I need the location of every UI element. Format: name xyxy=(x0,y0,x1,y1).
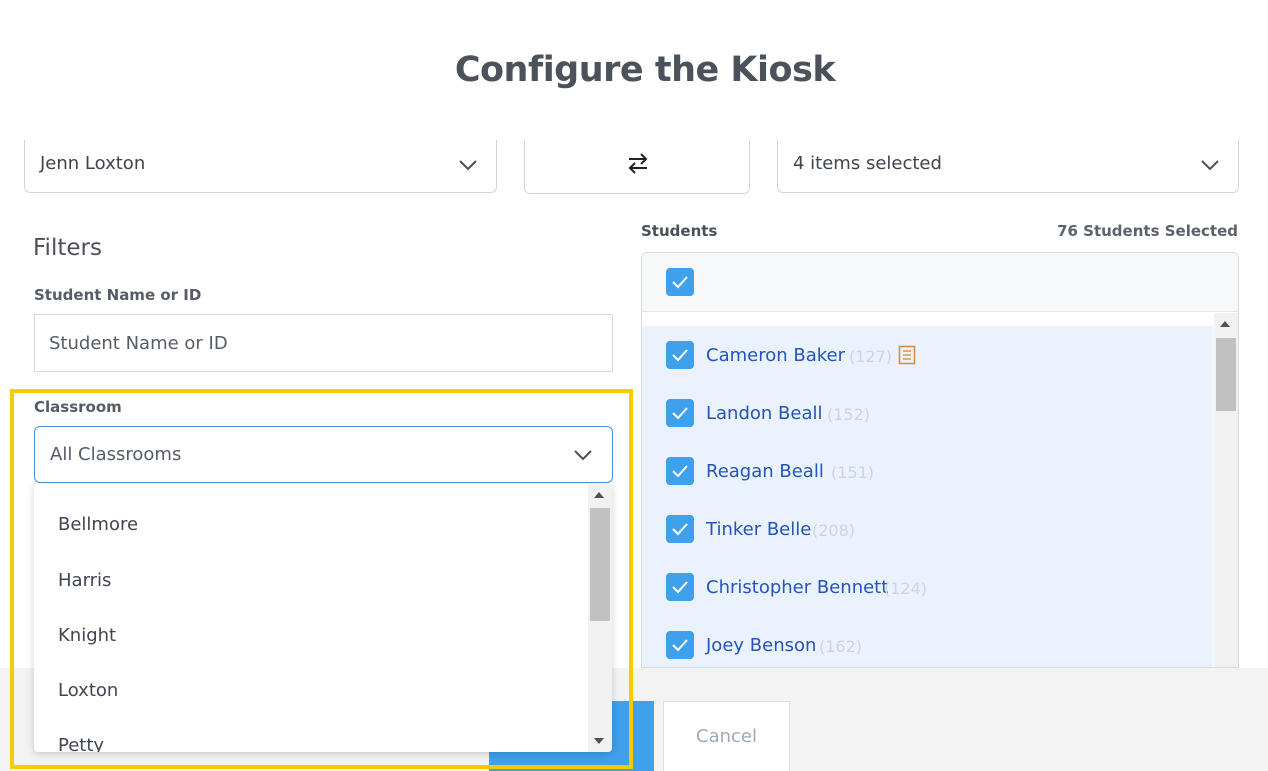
students-heading: Students xyxy=(641,222,718,240)
select-all-checkbox[interactable] xyxy=(666,268,694,296)
notebook-icon[interactable] xyxy=(898,345,916,365)
cancel-button[interactable]: Cancel xyxy=(663,701,790,771)
check-icon xyxy=(672,465,688,478)
check-icon xyxy=(672,349,688,362)
items-select-value: 4 items selected xyxy=(793,153,942,174)
chevron-down-icon xyxy=(574,450,592,461)
check-icon xyxy=(672,276,688,289)
swap-button[interactable] xyxy=(524,140,750,194)
student-id: (127) xyxy=(849,347,893,366)
scroll-up-arrow-icon[interactable] xyxy=(1220,321,1230,327)
student-name[interactable]: Christopher Bennett xyxy=(706,577,888,598)
classroom-option[interactable]: Bellmore xyxy=(58,514,138,535)
scrollbar-thumb[interactable] xyxy=(1216,338,1236,411)
classroom-select-value: All Classrooms xyxy=(50,444,182,465)
page-title: Configure the Kiosk xyxy=(454,50,836,90)
students-selected-count: 76 Students Selected xyxy=(1057,222,1238,240)
scroll-up-arrow-icon[interactable] xyxy=(594,492,604,498)
chevron-down-icon xyxy=(459,160,477,171)
student-list-header xyxy=(642,253,1238,312)
classroom-option[interactable]: Petty xyxy=(58,735,104,752)
check-icon xyxy=(672,407,688,420)
student-checkbox[interactable] xyxy=(666,457,694,485)
classroom-option[interactable]: Loxton xyxy=(58,680,118,701)
classroom-dropdown-list: Bellmore Harris Knight Loxton Petty xyxy=(34,484,612,752)
classroom-label: Classroom xyxy=(34,398,122,416)
scroll-down-arrow-icon[interactable] xyxy=(594,738,604,744)
check-icon xyxy=(672,581,688,594)
teacher-select[interactable]: Jenn Loxton xyxy=(24,140,497,193)
filters-heading: Filters xyxy=(33,235,102,261)
student-list: Cameron Baker (127) Landon Beall (152) R… xyxy=(642,326,1213,667)
student-id: (151) xyxy=(831,463,875,482)
student-id: (152) xyxy=(827,405,871,424)
student-checkbox[interactable] xyxy=(666,515,694,543)
classroom-option[interactable]: Harris xyxy=(58,570,111,591)
student-id: (208) xyxy=(812,521,856,540)
check-icon xyxy=(672,639,688,652)
student-list-scrollbar[interactable] xyxy=(1214,313,1238,667)
student-checkbox[interactable] xyxy=(666,573,694,601)
classroom-option[interactable]: Knight xyxy=(58,625,116,646)
items-select[interactable]: 4 items selected xyxy=(777,140,1239,193)
dropdown-scrollbar[interactable] xyxy=(588,484,612,752)
student-name[interactable]: Tinker Belle xyxy=(706,519,811,540)
swap-arrows-icon xyxy=(628,153,648,174)
student-name[interactable]: Joey Benson xyxy=(706,635,816,656)
teacher-select-value: Jenn Loxton xyxy=(40,153,146,174)
student-list-panel: Cameron Baker (127) Landon Beall (152) R… xyxy=(641,252,1239,668)
chevron-down-icon xyxy=(1201,160,1219,171)
student-checkbox[interactable] xyxy=(666,341,694,369)
classroom-select[interactable]: All Classrooms xyxy=(34,426,613,483)
student-name[interactable]: Landon Beall xyxy=(706,403,823,424)
student-name[interactable]: Cameron Baker xyxy=(706,345,845,366)
check-icon xyxy=(672,523,688,536)
student-id: (162) xyxy=(819,637,863,656)
student-checkbox[interactable] xyxy=(666,631,694,659)
student-search-label: Student Name or ID xyxy=(34,286,202,304)
student-name[interactable]: Reagan Beall xyxy=(706,461,824,482)
student-search-input[interactable] xyxy=(34,314,613,372)
student-checkbox[interactable] xyxy=(666,399,694,427)
scrollbar-thumb[interactable] xyxy=(590,508,610,621)
student-id: (124) xyxy=(884,579,928,598)
